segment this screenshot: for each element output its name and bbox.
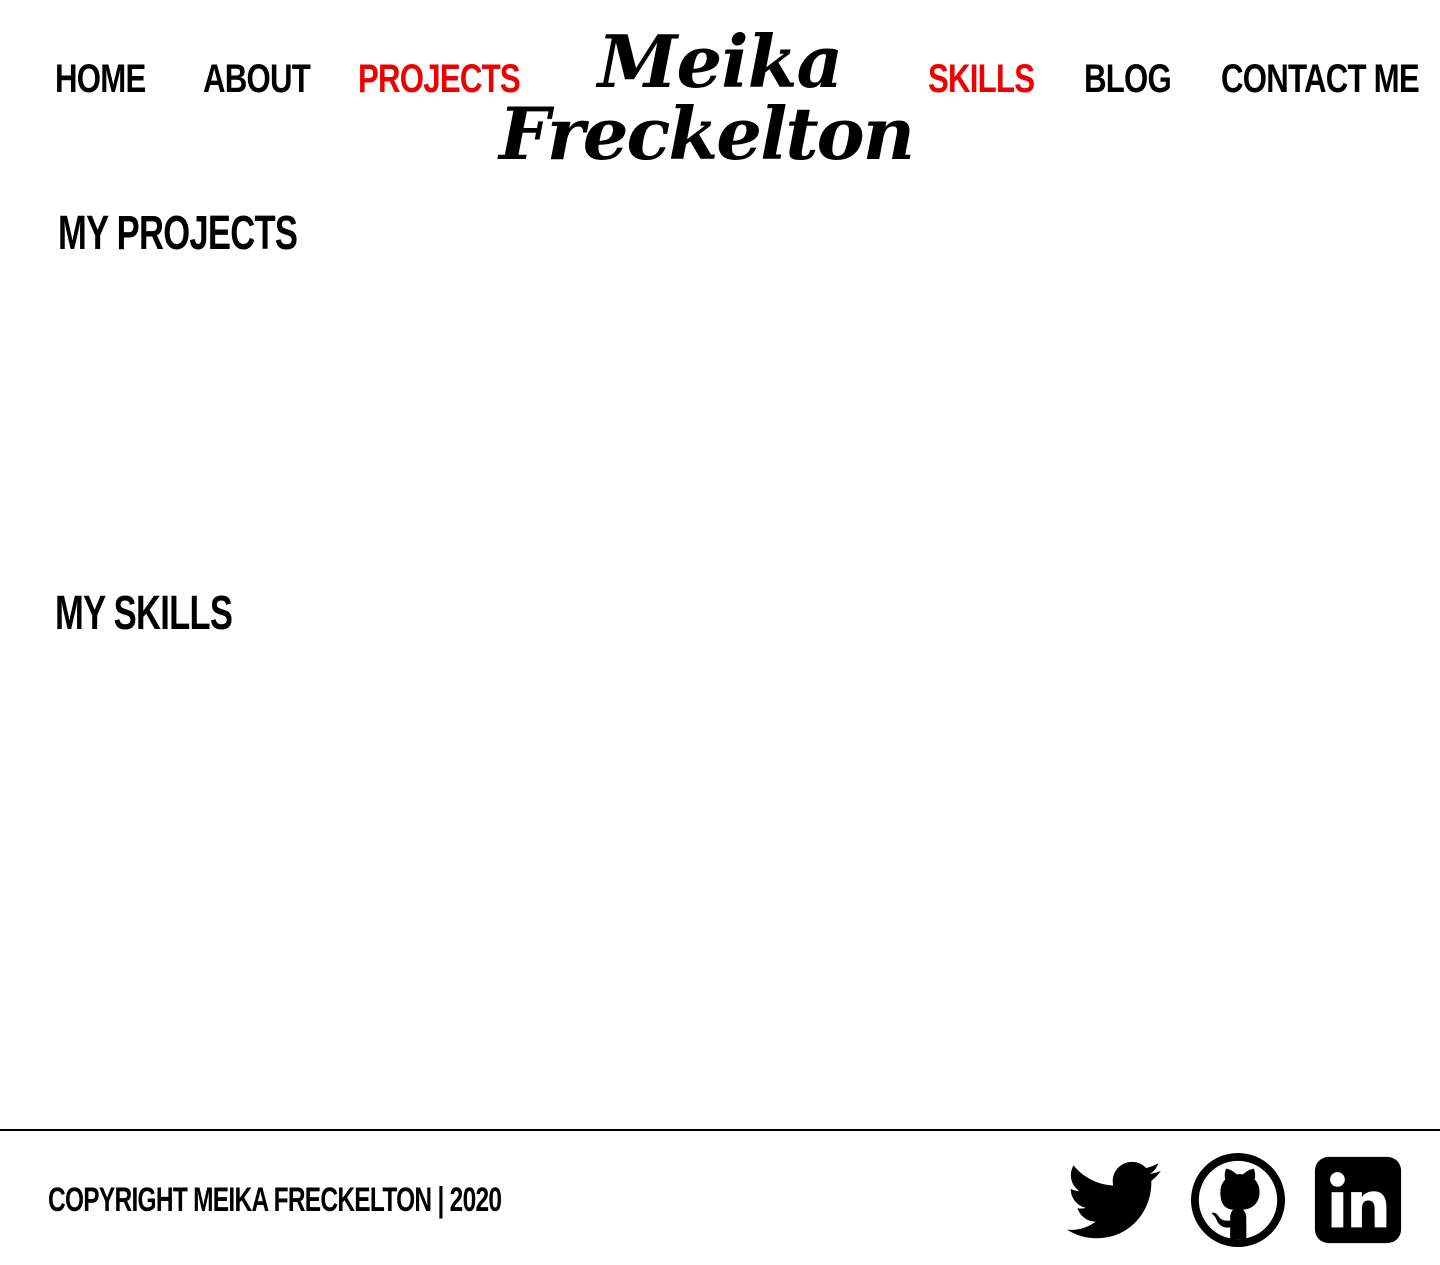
nav-projects-link[interactable]: PROJECTS [358,56,521,102]
nav-home-link[interactable]: HOME [55,56,146,102]
twitter-icon [1067,1161,1161,1239]
github-icon [1191,1153,1285,1247]
logo-last-name: Freckelton [498,91,915,176]
projects-section-title: MY PROJECTS [58,207,298,260]
logo-first-name: Meika [597,19,843,104]
nav-blog-link[interactable]: BLOG [1084,56,1172,102]
skills-section-title: MY SKILLS [55,587,233,640]
linkedin-link[interactable] [1311,1153,1405,1247]
nav-skills-link[interactable]: SKILLS [928,56,1035,102]
twitter-link[interactable] [1067,1153,1161,1247]
nav-contact-link[interactable]: CONTACT ME [1221,56,1420,102]
linkedin-icon [1314,1156,1402,1244]
nav-about-link[interactable]: ABOUT [203,56,311,102]
github-link[interactable] [1191,1153,1285,1247]
footer-divider [0,1129,1440,1131]
copyright-text: COPYRIGHT MEIKA FRECKELTON | 2020 [48,1181,502,1219]
site-logo[interactable]: Meika Freckelton [499,19,920,170]
